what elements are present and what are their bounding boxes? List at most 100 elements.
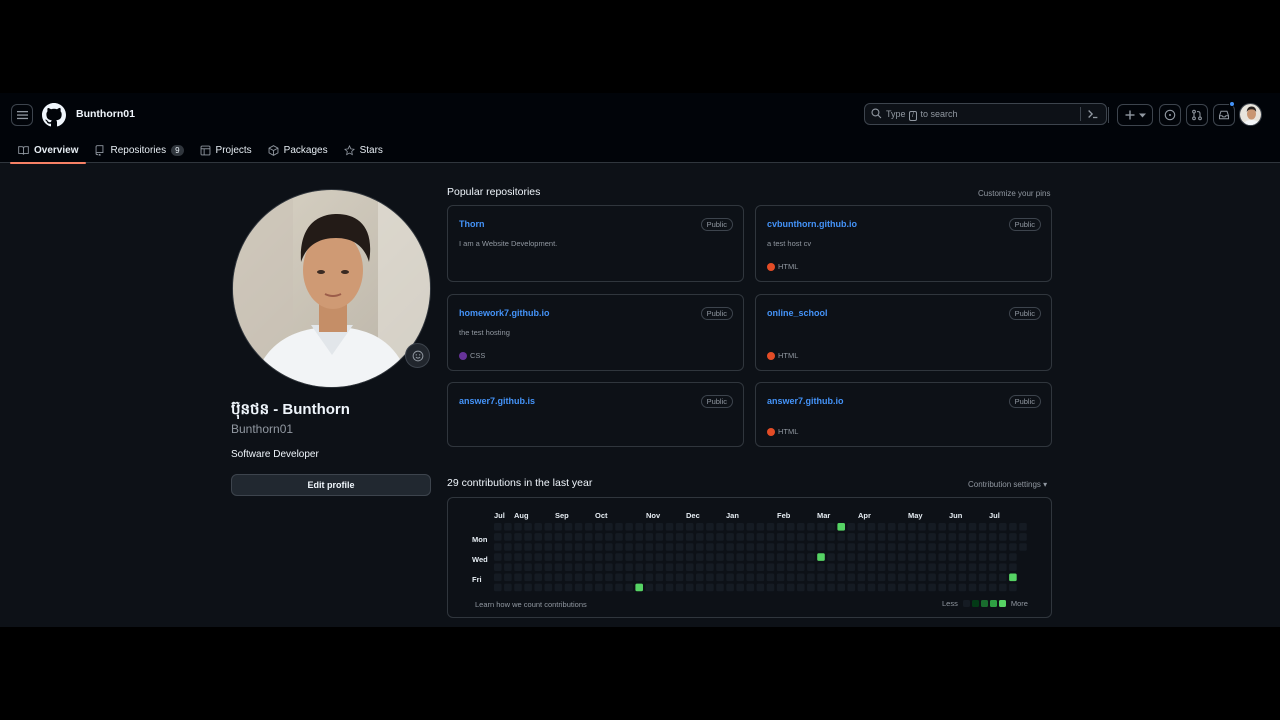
contribution-day-cell[interactable] xyxy=(605,563,613,571)
contribution-day-cell[interactable] xyxy=(877,563,886,571)
contribution-day-cell[interactable] xyxy=(736,553,744,561)
contribution-day-cell[interactable] xyxy=(898,573,906,582)
contribution-day-cell[interactable] xyxy=(999,533,1007,541)
contribution-day-cell[interactable] xyxy=(837,583,845,592)
contribution-day-cell[interactable] xyxy=(847,543,856,551)
contribution-day-cell[interactable] xyxy=(968,553,977,561)
contribution-day-cell[interactable] xyxy=(524,533,532,541)
contribution-day-cell[interactable] xyxy=(776,533,785,541)
contribution-day-cell[interactable] xyxy=(887,563,896,571)
contribution-day-cell[interactable] xyxy=(554,573,563,582)
contribution-day-cell[interactable] xyxy=(837,563,845,571)
contribution-day-cell[interactable] xyxy=(847,533,856,541)
contribution-day-cell[interactable] xyxy=(696,543,704,551)
contribution-day-cell[interactable] xyxy=(766,523,775,531)
contribution-day-cell[interactable] xyxy=(524,543,532,551)
contribution-day-cell[interactable] xyxy=(736,523,744,531)
contribution-day-cell[interactable] xyxy=(675,563,684,571)
contribution-day-cell[interactable] xyxy=(908,553,916,561)
contribution-day-cell[interactable] xyxy=(564,543,573,551)
contribution-day-cell[interactable] xyxy=(615,523,623,531)
contribution-day-cell[interactable] xyxy=(615,543,623,551)
contribution-day-cell[interactable] xyxy=(837,533,845,541)
contribution-day-cell[interactable] xyxy=(938,563,946,571)
contribution-day-cell[interactable] xyxy=(554,553,563,561)
contribution-day-cell[interactable] xyxy=(706,523,714,531)
contribution-day-cell[interactable] xyxy=(766,553,775,561)
contribution-day-cell[interactable] xyxy=(887,583,896,592)
contribution-day-cell[interactable] xyxy=(877,583,886,592)
contribution-day-cell[interactable] xyxy=(898,553,906,561)
contribution-day-cell[interactable] xyxy=(726,543,734,551)
contribution-day-cell[interactable] xyxy=(736,563,744,571)
contribution-day-cell[interactable] xyxy=(665,533,674,541)
contribution-day-cell[interactable] xyxy=(1009,553,1017,561)
contribution-day-cell[interactable] xyxy=(756,563,765,571)
contribution-day-cell[interactable] xyxy=(948,563,957,571)
contribution-day-cell[interactable] xyxy=(665,553,674,561)
contribution-day-cell[interactable] xyxy=(605,543,613,551)
contribution-day-cell[interactable] xyxy=(504,523,512,531)
contribution-day-cell[interactable] xyxy=(564,583,573,592)
contribution-day-cell[interactable] xyxy=(685,523,694,531)
contribution-day-cell[interactable] xyxy=(847,563,856,571)
profile-avatar[interactable] xyxy=(232,189,431,388)
contribution-day-cell[interactable] xyxy=(867,543,876,551)
contribution-day-cell[interactable] xyxy=(726,563,734,571)
contribution-day-cell[interactable] xyxy=(574,543,583,551)
contribution-day-cell[interactable] xyxy=(685,583,694,592)
contribution-day-cell[interactable] xyxy=(887,543,896,551)
contribution-day-cell[interactable] xyxy=(504,553,512,561)
contribution-day-cell[interactable] xyxy=(574,583,583,592)
contribution-day-cell[interactable] xyxy=(948,573,957,582)
contribution-day-cell[interactable] xyxy=(625,553,633,561)
tab-stars[interactable]: Stars xyxy=(336,137,391,163)
contribution-day-cell[interactable] xyxy=(958,553,967,561)
contribution-day-cell[interactable] xyxy=(726,583,734,592)
contribution-day-cell[interactable] xyxy=(827,553,835,561)
contribution-day-cell[interactable] xyxy=(988,583,997,592)
contribution-day-cell[interactable] xyxy=(867,573,876,582)
contribution-day-cell[interactable] xyxy=(807,553,815,561)
contribution-day-cell[interactable] xyxy=(898,563,906,571)
contribution-day-cell[interactable] xyxy=(958,523,967,531)
contribution-day-cell[interactable] xyxy=(595,533,603,541)
contribution-day-cell[interactable] xyxy=(938,543,946,551)
contribution-day-cell[interactable] xyxy=(645,543,654,551)
repo-name-link[interactable]: answer7.github.is xyxy=(459,396,535,406)
contribution-day-cell[interactable] xyxy=(685,533,694,541)
user-avatar[interactable] xyxy=(1239,103,1262,126)
contribution-day-cell[interactable] xyxy=(504,543,512,551)
contribution-day-cell[interactable] xyxy=(716,543,724,551)
contribution-day-cell[interactable] xyxy=(999,583,1007,592)
contribution-day-cell[interactable] xyxy=(504,583,512,592)
contribution-day-cell[interactable] xyxy=(645,553,654,561)
contribution-day-cell[interactable] xyxy=(675,543,684,551)
contribution-day-cell[interactable] xyxy=(797,573,805,582)
contribution-day-cell[interactable] xyxy=(514,523,522,531)
contribution-day-cell[interactable] xyxy=(877,573,886,582)
contribution-day-cell[interactable] xyxy=(716,523,724,531)
contribution-day-cell[interactable] xyxy=(756,523,765,531)
contribution-day-cell[interactable] xyxy=(797,553,805,561)
contribution-day-cell[interactable] xyxy=(898,583,906,592)
contribution-day-cell[interactable] xyxy=(837,573,845,582)
contribution-day-cell[interactable] xyxy=(524,573,532,582)
contribution-day-cell[interactable] xyxy=(726,573,734,582)
contribution-day-cell[interactable] xyxy=(928,533,936,541)
contribution-day-cell[interactable] xyxy=(726,553,734,561)
contribution-day-cell[interactable] xyxy=(857,523,866,531)
contribution-day-cell[interactable] xyxy=(625,543,633,551)
contribution-day-cell[interactable] xyxy=(847,553,856,561)
contribution-day-cell[interactable] xyxy=(645,533,654,541)
contribution-day-cell[interactable] xyxy=(615,563,623,571)
contribution-day-cell[interactable] xyxy=(685,553,694,561)
contribution-day-cell[interactable] xyxy=(776,553,785,561)
contribution-day-cell[interactable] xyxy=(494,533,502,541)
contribution-day-cell[interactable] xyxy=(726,533,734,541)
contribution-day-cell[interactable] xyxy=(706,563,714,571)
contribution-day-cell[interactable] xyxy=(847,573,856,582)
repo-name-link[interactable]: Thorn xyxy=(459,219,485,229)
contribution-day-cell[interactable] xyxy=(696,583,704,592)
contribution-day-cell[interactable] xyxy=(665,563,674,571)
